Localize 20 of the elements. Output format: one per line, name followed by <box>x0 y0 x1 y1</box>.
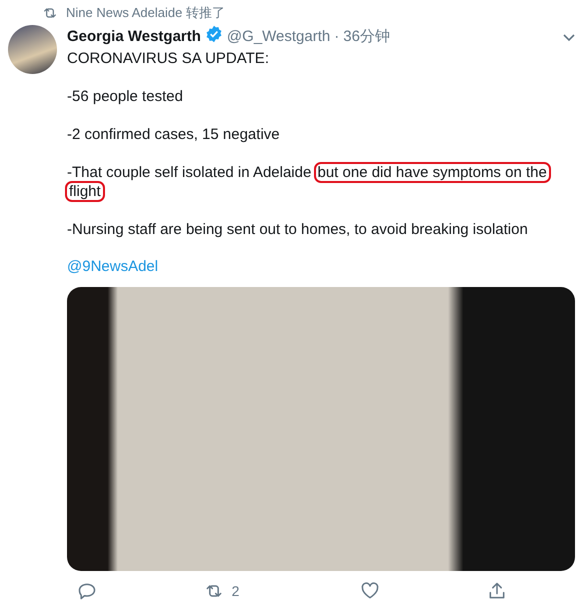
share-icon[interactable] <box>486 581 507 600</box>
highlighted-text: but one did have symptoms on the <box>316 164 549 181</box>
tweet-text: CORONAVIRUS SA UPDATE: <box>67 50 269 67</box>
tweet-text: -56 people tested <box>67 88 183 105</box>
chevron-down-icon[interactable] <box>562 32 576 42</box>
mention-link[interactable]: @9NewsAdel <box>67 258 158 275</box>
tweet-text: -2 confirmed cases, 15 negative <box>67 126 280 143</box>
highlighted-text: flight <box>67 183 103 200</box>
avatar[interactable] <box>8 25 57 74</box>
author-name[interactable]: Georgia Westgarth <box>67 27 201 47</box>
tweet-text: -That couple self isolated in Adelaide <box>67 164 312 181</box>
tweet-text: -Nursing staff are being sent out to homes, to avoid breaking isolation <box>67 221 528 238</box>
retweet-count: 2 <box>232 583 240 599</box>
reply-icon[interactable] <box>77 581 97 600</box>
tweet-time[interactable]: 36分钟 <box>343 27 390 47</box>
photo-placeholder[interactable] <box>67 287 575 571</box>
heart-icon[interactable] <box>360 581 380 600</box>
separator-dot: · <box>334 27 340 47</box>
author-handle: @G_Westgarth <box>226 27 330 47</box>
retweet-banner-text: Nine News Adelaide 转推了 <box>66 4 225 22</box>
